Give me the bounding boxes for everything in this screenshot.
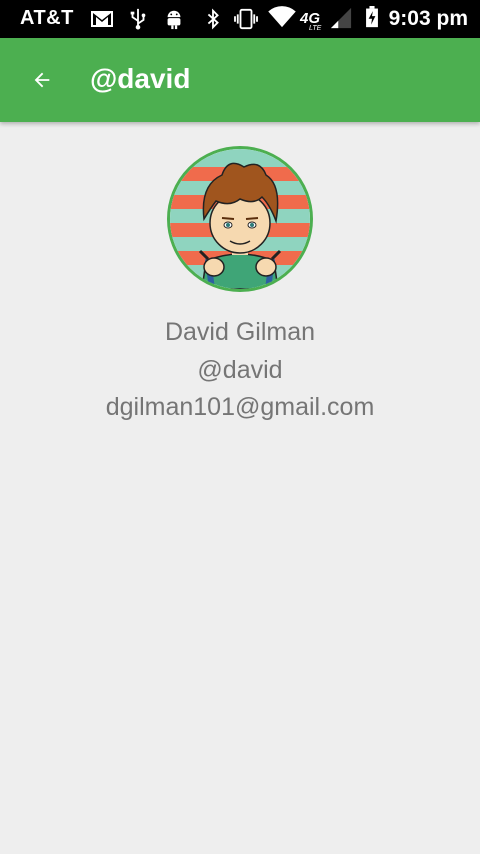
wifi-icon <box>268 6 296 28</box>
cartoon-avatar-image <box>170 149 310 289</box>
profile-username: @david <box>197 356 283 384</box>
vibrate-icon <box>234 8 258 30</box>
profile-name: David Gilman <box>164 318 316 346</box>
profile-email: dgilman101@gmail.com <box>105 393 375 421</box>
page-title: @david <box>90 63 191 94</box>
network-sub-label: LTE <box>309 25 322 32</box>
battery-charging-icon <box>366 6 378 28</box>
bluetooth-icon <box>207 8 219 30</box>
gmail-icon <box>91 11 113 27</box>
android-icon <box>167 10 181 30</box>
back-button[interactable] <box>20 58 64 102</box>
signal-icon <box>330 7 352 29</box>
usb-icon <box>130 8 146 30</box>
clock: 9:03 pm <box>388 7 468 30</box>
app-bar: @david <box>0 38 480 122</box>
avatar <box>167 146 313 292</box>
carrier-label: AT&T <box>20 7 74 29</box>
status-bar: AT&T 4G LTE 9:03 pm <box>0 0 480 38</box>
arrow-back-icon <box>34 72 50 88</box>
